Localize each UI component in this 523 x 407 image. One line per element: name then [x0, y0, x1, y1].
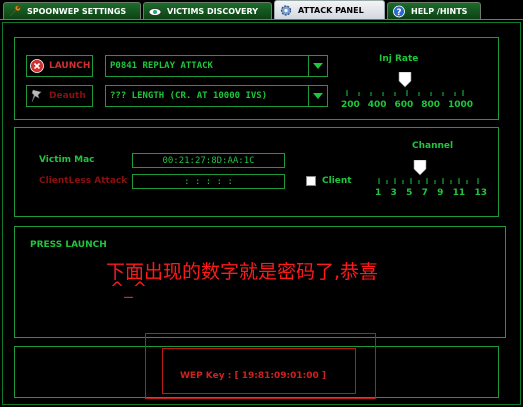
- tab-label: HELP /HINTS: [411, 6, 468, 16]
- tab-help-hints[interactable]: ? HELP /HINTS: [387, 2, 481, 19]
- svg-text:?: ?: [396, 8, 401, 18]
- inj-rate-thumb[interactable]: [398, 71, 412, 88]
- tab-bar: SPOONWEP SETTINGS VICTIMS DISCOVERY ATTA…: [0, 0, 523, 20]
- launch-label: LAUNCH: [49, 61, 91, 71]
- tab-spoonwep-settings[interactable]: SPOONWEP SETTINGS: [3, 2, 141, 19]
- tick-label: 5: [406, 188, 413, 198]
- eye-icon: [148, 7, 162, 16]
- pin-icon: [31, 89, 42, 103]
- tick-label: 1000: [447, 100, 473, 110]
- tab-victims-discovery[interactable]: VICTIMS DISCOVERY: [143, 2, 272, 19]
- channel-track: [378, 159, 479, 184]
- client-mac-field[interactable]: : : : : :: [132, 174, 285, 189]
- tick-label: 800: [421, 100, 440, 110]
- length-select[interactable]: ??? LENGTH (CR. AT 10000 IVS): [105, 85, 328, 107]
- status-press-launch: PRESS LAUNCH: [30, 240, 107, 250]
- length-select-value: ??? LENGTH (CR. AT 10000 IVS): [110, 86, 309, 106]
- wrench-icon: [9, 4, 21, 16]
- victim-mac-field[interactable]: 00:21:27:8D:AA:1C: [132, 153, 285, 168]
- clientless-attack-label: ClientLess Attack: [39, 176, 128, 186]
- client-checkbox[interactable]: [306, 176, 316, 186]
- tab-attack-panel[interactable]: ATTACK PANEL: [274, 0, 385, 20]
- tick-label: 9: [437, 188, 444, 198]
- tick-label: 3: [390, 188, 397, 198]
- tab-label: ATTACK PANEL: [298, 6, 364, 15]
- launch-button[interactable]: LAUNCH: [26, 55, 93, 77]
- tick-label: 13: [474, 188, 487, 198]
- tick-label: 400: [367, 100, 387, 110]
- tick-label: 200: [341, 100, 360, 110]
- deauth-button[interactable]: Deauth: [26, 85, 93, 107]
- tick-label: 7: [421, 188, 428, 198]
- channel-label: Channel: [412, 141, 454, 151]
- chevron-down-icon[interactable]: [309, 86, 327, 106]
- client-checkbox-label: Client: [322, 176, 352, 186]
- deauth-label: Deauth: [49, 91, 86, 101]
- tick-label: 11: [452, 188, 466, 198]
- tab-label: VICTIMS DISCOVERY: [167, 6, 258, 16]
- channel-thumb[interactable]: [413, 159, 427, 176]
- attack-select[interactable]: P0841 REPLAY ATTACK: [105, 55, 328, 77]
- overlay-emoticon: ^_^: [110, 279, 147, 299]
- tick-label: 600: [394, 100, 414, 110]
- channel-slider[interactable]: [374, 159, 490, 190]
- tab-divider: [0, 19, 523, 20]
- wep-key-text: WEP Key : [ 19:81:09:01:00 ]: [180, 371, 326, 381]
- channel-ticks: 1 3 5 7 9 11 13: [375, 188, 487, 198]
- tab-label: SPOONWEP SETTINGS: [27, 6, 127, 16]
- victim-mac-label: Victim Mac: [39, 155, 95, 165]
- gear-icon: [280, 5, 292, 16]
- stop-icon: [30, 59, 44, 73]
- help-icon: ?: [393, 5, 405, 18]
- attack-select-value: P0841 REPLAY ATTACK: [110, 56, 309, 76]
- tick-label: 1: [375, 188, 382, 198]
- chevron-down-icon[interactable]: [309, 56, 327, 76]
- inj-rate-label: Inj Rate: [379, 54, 419, 64]
- inj-rate-ticks: 200 400 600 800 1000: [341, 100, 473, 110]
